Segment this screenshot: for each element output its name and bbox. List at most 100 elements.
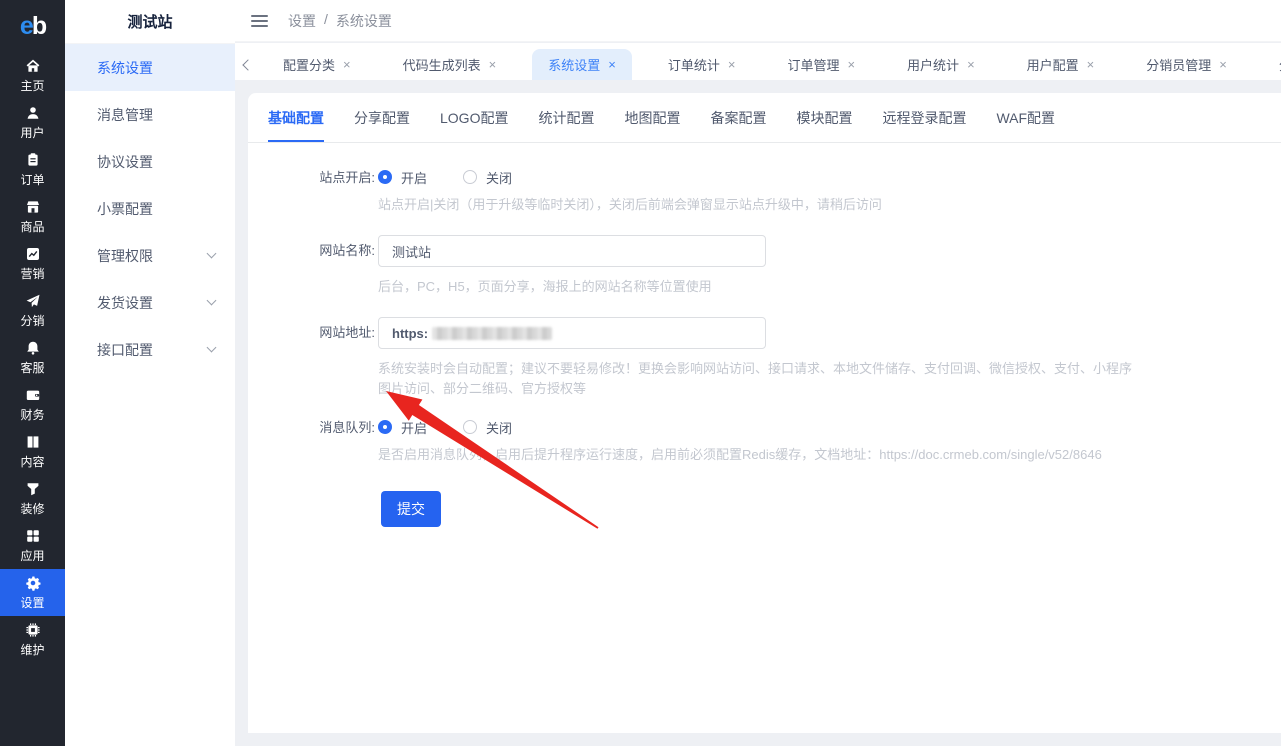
chevron-down-icon	[207, 249, 217, 259]
form-row-site-name: 网站名称: 后台，PC，H5，页面分享，海报上的网站名称等位置使用	[248, 235, 1281, 297]
content-card: 基础配置 分享配置 LOGO配置 统计配置 地图配置 备案配置 模块配置 远程登…	[248, 93, 1281, 733]
radio-label[interactable]: 关闭	[486, 168, 512, 187]
nav-item-home[interactable]: 主页	[0, 52, 65, 99]
tab-label: 系统设置	[548, 55, 600, 74]
tab-order-stats[interactable]: 订单统计×	[652, 49, 752, 80]
nav-item-settings[interactable]: 设置	[0, 569, 65, 616]
settings-tab-label: LOGO配置	[440, 108, 508, 128]
nav-label: 内容	[20, 453, 44, 470]
nav-item-marketing[interactable]: 营销	[0, 240, 65, 287]
tab-label: 配置分类	[283, 55, 335, 74]
nav-label: 维护	[20, 641, 44, 658]
close-icon[interactable]: ×	[608, 57, 616, 72]
field-hint: 站点开启|关闭（用于升级等临时关闭），关闭后前端会弹窗显示站点升级中，请稍后访问	[378, 195, 882, 215]
settings-tab-icp[interactable]: 备案配置	[710, 93, 766, 142]
collapse-menu-icon[interactable]	[251, 15, 268, 27]
radio-label[interactable]: 关闭	[486, 418, 512, 437]
close-icon[interactable]: ×	[728, 57, 736, 72]
nav-item-finance[interactable]: 财务	[0, 381, 65, 428]
menu-item-shipping[interactable]: 发货设置	[65, 279, 235, 326]
radio-label[interactable]: 开启	[401, 418, 427, 437]
tab-label: 用户统计	[907, 55, 959, 74]
menu-item-receipt[interactable]: 小票配置	[65, 185, 235, 232]
nav-item-user[interactable]: 用户	[0, 99, 65, 146]
menu-label: 协议设置	[97, 152, 153, 172]
settings-tab-basic[interactable]: 基础配置	[268, 93, 324, 142]
nav-item-app[interactable]: 应用	[0, 522, 65, 569]
tab-config-category[interactable]: 配置分类 ×	[267, 49, 367, 80]
close-icon[interactable]: ×	[847, 57, 855, 72]
tab-distribution-config[interactable]: 分销配置×	[1263, 49, 1281, 80]
site-url-input[interactable]: https:	[378, 317, 766, 349]
breadcrumb-separator: /	[324, 11, 328, 31]
maintain-icon	[25, 622, 41, 638]
menu-item-message[interactable]: 消息管理	[65, 91, 235, 138]
distribution-icon	[25, 293, 41, 309]
nav-label: 设置	[20, 594, 44, 611]
tab-distributor-manage[interactable]: 分销员管理 ×	[1130, 49, 1243, 80]
site-title: 测试站	[65, 0, 235, 44]
tab-code-gen-list[interactable]: 代码生成列表×	[387, 49, 513, 80]
settings-tab-module[interactable]: 模块配置	[796, 93, 852, 142]
menu-item-admin-permission[interactable]: 管理权限	[65, 232, 235, 279]
settings-tab-label: 备案配置	[710, 108, 766, 128]
nav-item-service[interactable]: 客服	[0, 334, 65, 381]
breadcrumb-root[interactable]: 设置	[288, 11, 316, 31]
primary-sidebar: eb 主页 用户 订单 商品 营销 分销 客服 财务 内容 装修 应	[0, 0, 65, 746]
nav-item-maintain[interactable]: 维护	[0, 616, 65, 663]
decorate-icon	[25, 481, 41, 497]
open-tabs-bar: 配置分类 × 代码生成列表× 系统设置 × 订单统计× 订单管理× 用户统计 × 用户…	[235, 43, 1281, 80]
settings-tab-label: 远程登录配置	[882, 108, 966, 128]
message-queue-on-radio[interactable]	[378, 420, 392, 434]
close-icon[interactable]: ×	[1087, 57, 1095, 72]
nav-label: 用户	[20, 124, 44, 141]
tab-order-manage[interactable]: 订单管理×	[771, 49, 871, 80]
field-label: 站点开启:	[248, 169, 378, 215]
service-icon	[25, 340, 41, 356]
chevron-down-icon	[207, 343, 217, 353]
settings-tab-waf[interactable]: WAF配置	[996, 93, 1055, 142]
close-icon[interactable]: ×	[967, 57, 975, 72]
settings-tab-label: WAF配置	[996, 108, 1055, 128]
close-icon[interactable]: ×	[1219, 57, 1227, 72]
breadcrumb-current: 系统设置	[336, 11, 392, 31]
tab-user-stats[interactable]: 用户统计 ×	[891, 49, 991, 80]
menu-item-api-config[interactable]: 接口配置	[65, 326, 235, 373]
url-prefix: https:	[392, 326, 428, 341]
nav-item-decorate[interactable]: 装修	[0, 475, 65, 522]
menu-item-agreement[interactable]: 协议设置	[65, 138, 235, 185]
close-icon[interactable]: ×	[343, 57, 351, 72]
app-icon	[25, 528, 41, 544]
tab-system-settings[interactable]: 系统设置 ×	[532, 49, 632, 80]
chevron-down-icon	[207, 296, 217, 306]
order-icon	[25, 152, 41, 168]
settings-tab-share[interactable]: 分享配置	[354, 93, 410, 142]
settings-tab-remote-login[interactable]: 远程登录配置	[882, 93, 966, 142]
brand-logo[interactable]: eb	[0, 0, 65, 52]
message-queue-off-radio[interactable]	[463, 420, 477, 434]
tab-label: 用户配置	[1027, 55, 1079, 74]
field-hint: 后台，PC，H5，页面分享，海报上的网站名称等位置使用	[378, 277, 766, 297]
tabs-scroll-left-button[interactable]	[235, 49, 257, 80]
site-status-off-radio[interactable]	[463, 170, 477, 184]
chevron-left-icon	[242, 59, 253, 70]
goods-icon	[25, 199, 41, 215]
nav-item-content[interactable]: 内容	[0, 428, 65, 475]
nav-item-distribution[interactable]: 分销	[0, 287, 65, 334]
logo-letter-b: b	[32, 12, 45, 41]
tab-user-config[interactable]: 用户配置 ×	[1011, 49, 1111, 80]
close-icon[interactable]: ×	[489, 57, 497, 72]
settings-tab-logo[interactable]: LOGO配置	[440, 93, 508, 142]
tab-label: 分销员管理	[1146, 55, 1211, 74]
menu-item-system-settings[interactable]: 系统设置	[65, 44, 235, 91]
site-name-input[interactable]	[378, 235, 766, 267]
menu-label: 发货设置	[97, 293, 153, 313]
form-row-site-url: 网站地址: https: 系统安装时会自动配置；建议不要轻易修改！更换会影响网站…	[248, 317, 1281, 399]
nav-item-goods[interactable]: 商品	[0, 193, 65, 240]
radio-label[interactable]: 开启	[401, 168, 427, 187]
nav-item-order[interactable]: 订单	[0, 146, 65, 193]
settings-tab-map[interactable]: 地图配置	[624, 93, 680, 142]
submit-button[interactable]: 提交	[381, 491, 441, 527]
site-status-on-radio[interactable]	[378, 170, 392, 184]
settings-tab-stats[interactable]: 统计配置	[538, 93, 594, 142]
